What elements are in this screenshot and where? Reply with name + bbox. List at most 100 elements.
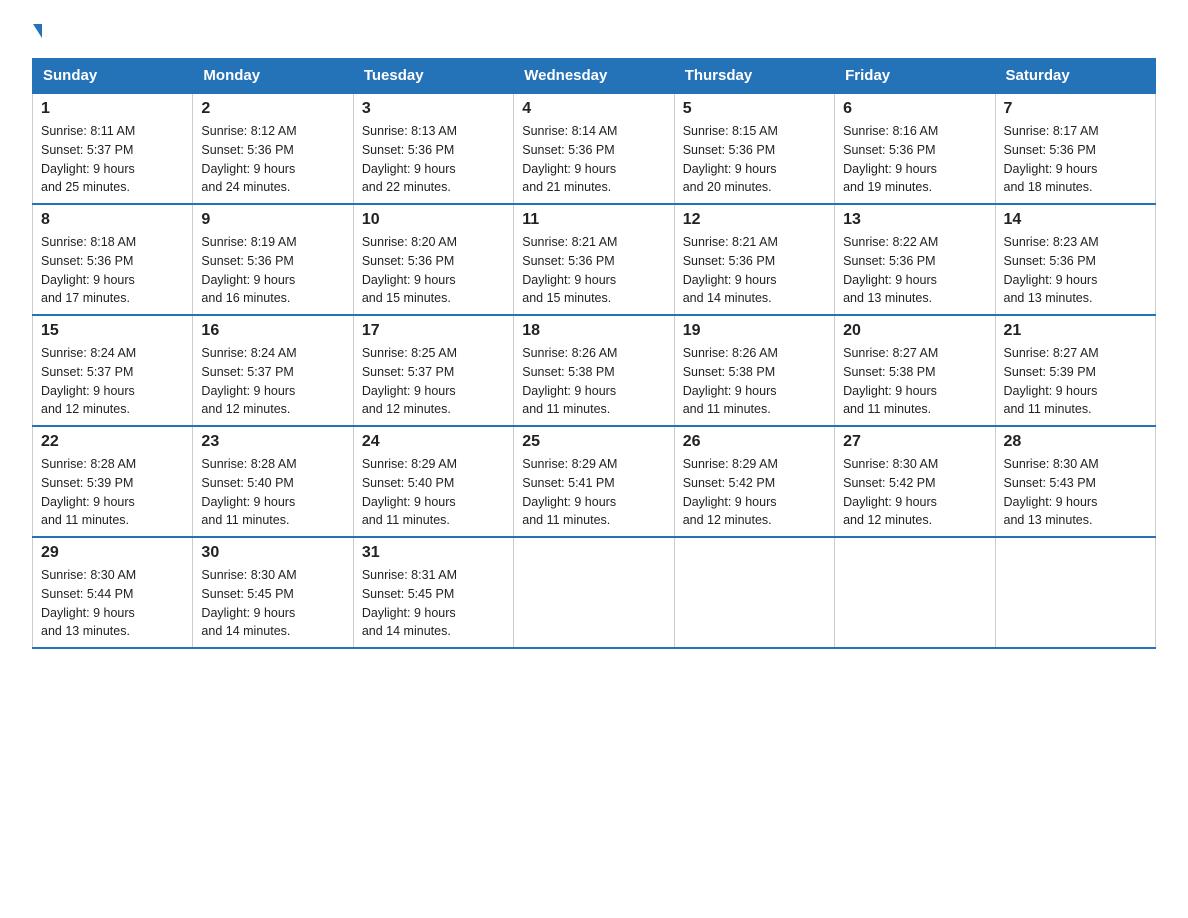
day-info: Sunrise: 8:26 AMSunset: 5:38 PMDaylight:… bbox=[522, 344, 665, 419]
day-info: Sunrise: 8:12 AMSunset: 5:36 PMDaylight:… bbox=[201, 122, 344, 197]
calendar-day-cell: 7 Sunrise: 8:17 AMSunset: 5:36 PMDaylight… bbox=[995, 93, 1155, 204]
day-number: 23 bbox=[201, 433, 344, 451]
calendar-day-cell: 27 Sunrise: 8:30 AMSunset: 5:42 PMDayligh… bbox=[835, 426, 995, 537]
col-header-monday: Monday bbox=[193, 59, 353, 94]
day-info: Sunrise: 8:29 AMSunset: 5:42 PMDaylight:… bbox=[683, 455, 826, 530]
calendar-day-cell: 16Sunrise: 8:24 AMSunset: 5:37 PMDayligh… bbox=[193, 315, 353, 426]
day-info: Sunrise: 8:29 AMSunset: 5:41 PMDaylight:… bbox=[522, 455, 665, 530]
day-number: 13 bbox=[843, 211, 986, 229]
day-number: 31 bbox=[362, 544, 505, 562]
day-number: 26 bbox=[683, 433, 826, 451]
day-number: 2 bbox=[201, 100, 344, 118]
day-info: Sunrise: 8:30 AMSunset: 5:44 PMDaylight:… bbox=[41, 566, 184, 641]
day-info: Sunrise: 8:24 AMSunset: 5:37 PMDaylight:… bbox=[41, 344, 184, 419]
calendar-day-cell: 30Sunrise: 8:30 AMSunset: 5:45 PMDayligh… bbox=[193, 537, 353, 648]
day-info: Sunrise: 8:21 AMSunset: 5:36 PMDaylight:… bbox=[522, 233, 665, 308]
logo bbox=[32, 24, 42, 40]
day-info: Sunrise: 8:18 AMSunset: 5:36 PMDaylight:… bbox=[41, 233, 184, 308]
calendar-day-cell: 11 Sunrise: 8:21 AMSunset: 5:36 PMDayligh… bbox=[514, 204, 674, 315]
calendar-day-cell: 24 Sunrise: 8:29 AMSunset: 5:40 PMDayligh… bbox=[353, 426, 513, 537]
calendar-week-row: 8Sunrise: 8:18 AMSunset: 5:36 PMDaylight… bbox=[33, 204, 1156, 315]
calendar-day-cell: 17 Sunrise: 8:25 AMSunset: 5:37 PMDayligh… bbox=[353, 315, 513, 426]
calendar-empty-cell bbox=[514, 537, 674, 648]
calendar-week-row: 29 Sunrise: 8:30 AMSunset: 5:44 PMDayligh… bbox=[33, 537, 1156, 648]
calendar-day-cell: 1 Sunrise: 8:11 AMSunset: 5:37 PMDaylight… bbox=[33, 93, 193, 204]
calendar-header-row: SundayMondayTuesdayWednesdayThursdayFrid… bbox=[33, 59, 1156, 94]
calendar-day-cell: 22Sunrise: 8:28 AMSunset: 5:39 PMDayligh… bbox=[33, 426, 193, 537]
day-number: 19 bbox=[683, 322, 826, 340]
day-info: Sunrise: 8:28 AMSunset: 5:40 PMDaylight:… bbox=[201, 455, 344, 530]
day-info: Sunrise: 8:11 AMSunset: 5:37 PMDaylight:… bbox=[41, 122, 184, 197]
day-number: 12 bbox=[683, 211, 826, 229]
calendar-week-row: 1 Sunrise: 8:11 AMSunset: 5:37 PMDaylight… bbox=[33, 93, 1156, 204]
day-info: Sunrise: 8:27 AMSunset: 5:39 PMDaylight:… bbox=[1004, 344, 1147, 419]
day-info: Sunrise: 8:13 AMSunset: 5:36 PMDaylight:… bbox=[362, 122, 505, 197]
col-header-sunday: Sunday bbox=[33, 59, 193, 94]
calendar-day-cell: 20 Sunrise: 8:27 AMSunset: 5:38 PMDayligh… bbox=[835, 315, 995, 426]
day-number: 27 bbox=[843, 433, 986, 451]
day-number: 24 bbox=[362, 433, 505, 451]
day-number: 25 bbox=[522, 433, 665, 451]
calendar-day-cell: 6 Sunrise: 8:16 AMSunset: 5:36 PMDaylight… bbox=[835, 93, 995, 204]
calendar-day-cell: 2 Sunrise: 8:12 AMSunset: 5:36 PMDaylight… bbox=[193, 93, 353, 204]
day-info: Sunrise: 8:24 AMSunset: 5:37 PMDaylight:… bbox=[201, 344, 344, 419]
day-number: 17 bbox=[362, 322, 505, 340]
day-number: 3 bbox=[362, 100, 505, 118]
day-info: Sunrise: 8:23 AMSunset: 5:36 PMDaylight:… bbox=[1004, 233, 1147, 308]
day-number: 20 bbox=[843, 322, 986, 340]
day-number: 1 bbox=[41, 100, 184, 118]
col-header-wednesday: Wednesday bbox=[514, 59, 674, 94]
calendar-day-cell: 26 Sunrise: 8:29 AMSunset: 5:42 PMDayligh… bbox=[674, 426, 834, 537]
calendar-day-cell: 23 Sunrise: 8:28 AMSunset: 5:40 PMDayligh… bbox=[193, 426, 353, 537]
page-header bbox=[32, 24, 1156, 40]
calendar-day-cell: 4 Sunrise: 8:14 AMSunset: 5:36 PMDaylight… bbox=[514, 93, 674, 204]
calendar-day-cell: 10 Sunrise: 8:20 AMSunset: 5:36 PMDayligh… bbox=[353, 204, 513, 315]
day-info: Sunrise: 8:27 AMSunset: 5:38 PMDaylight:… bbox=[843, 344, 986, 419]
day-number: 14 bbox=[1004, 211, 1147, 229]
day-number: 9 bbox=[201, 211, 344, 229]
calendar-day-cell: 15 Sunrise: 8:24 AMSunset: 5:37 PMDayligh… bbox=[33, 315, 193, 426]
calendar-empty-cell bbox=[674, 537, 834, 648]
calendar-day-cell: 8Sunrise: 8:18 AMSunset: 5:36 PMDaylight… bbox=[33, 204, 193, 315]
day-info: Sunrise: 8:28 AMSunset: 5:39 PMDaylight:… bbox=[41, 455, 184, 530]
day-number: 18 bbox=[522, 322, 665, 340]
calendar-day-cell: 18 Sunrise: 8:26 AMSunset: 5:38 PMDayligh… bbox=[514, 315, 674, 426]
day-number: 6 bbox=[843, 100, 986, 118]
day-info: Sunrise: 8:29 AMSunset: 5:40 PMDaylight:… bbox=[362, 455, 505, 530]
day-info: Sunrise: 8:21 AMSunset: 5:36 PMDaylight:… bbox=[683, 233, 826, 308]
day-number: 7 bbox=[1004, 100, 1147, 118]
day-info: Sunrise: 8:17 AMSunset: 5:36 PMDaylight:… bbox=[1004, 122, 1147, 197]
day-info: Sunrise: 8:30 AMSunset: 5:42 PMDaylight:… bbox=[843, 455, 986, 530]
day-number: 15 bbox=[41, 322, 184, 340]
calendar-day-cell: 3 Sunrise: 8:13 AMSunset: 5:36 PMDaylight… bbox=[353, 93, 513, 204]
day-number: 28 bbox=[1004, 433, 1147, 451]
day-number: 4 bbox=[522, 100, 665, 118]
day-info: Sunrise: 8:19 AMSunset: 5:36 PMDaylight:… bbox=[201, 233, 344, 308]
day-info: Sunrise: 8:15 AMSunset: 5:36 PMDaylight:… bbox=[683, 122, 826, 197]
day-number: 21 bbox=[1004, 322, 1147, 340]
day-number: 5 bbox=[683, 100, 826, 118]
day-info: Sunrise: 8:30 AMSunset: 5:45 PMDaylight:… bbox=[201, 566, 344, 641]
calendar-empty-cell bbox=[995, 537, 1155, 648]
calendar-day-cell: 9 Sunrise: 8:19 AMSunset: 5:36 PMDaylight… bbox=[193, 204, 353, 315]
day-info: Sunrise: 8:14 AMSunset: 5:36 PMDaylight:… bbox=[522, 122, 665, 197]
calendar-day-cell: 19 Sunrise: 8:26 AMSunset: 5:38 PMDayligh… bbox=[674, 315, 834, 426]
col-header-friday: Friday bbox=[835, 59, 995, 94]
day-info: Sunrise: 8:16 AMSunset: 5:36 PMDaylight:… bbox=[843, 122, 986, 197]
col-header-tuesday: Tuesday bbox=[353, 59, 513, 94]
day-info: Sunrise: 8:26 AMSunset: 5:38 PMDaylight:… bbox=[683, 344, 826, 419]
day-info: Sunrise: 8:20 AMSunset: 5:36 PMDaylight:… bbox=[362, 233, 505, 308]
calendar-day-cell: 28 Sunrise: 8:30 AMSunset: 5:43 PMDayligh… bbox=[995, 426, 1155, 537]
day-number: 11 bbox=[522, 211, 665, 229]
day-info: Sunrise: 8:25 AMSunset: 5:37 PMDaylight:… bbox=[362, 344, 505, 419]
calendar-table: SundayMondayTuesdayWednesdayThursdayFrid… bbox=[32, 58, 1156, 649]
day-number: 10 bbox=[362, 211, 505, 229]
col-header-saturday: Saturday bbox=[995, 59, 1155, 94]
day-info: Sunrise: 8:22 AMSunset: 5:36 PMDaylight:… bbox=[843, 233, 986, 308]
calendar-day-cell: 14 Sunrise: 8:23 AMSunset: 5:36 PMDayligh… bbox=[995, 204, 1155, 315]
logo-triangle-icon bbox=[33, 24, 42, 38]
col-header-thursday: Thursday bbox=[674, 59, 834, 94]
calendar-week-row: 22Sunrise: 8:28 AMSunset: 5:39 PMDayligh… bbox=[33, 426, 1156, 537]
day-info: Sunrise: 8:30 AMSunset: 5:43 PMDaylight:… bbox=[1004, 455, 1147, 530]
day-number: 29 bbox=[41, 544, 184, 562]
